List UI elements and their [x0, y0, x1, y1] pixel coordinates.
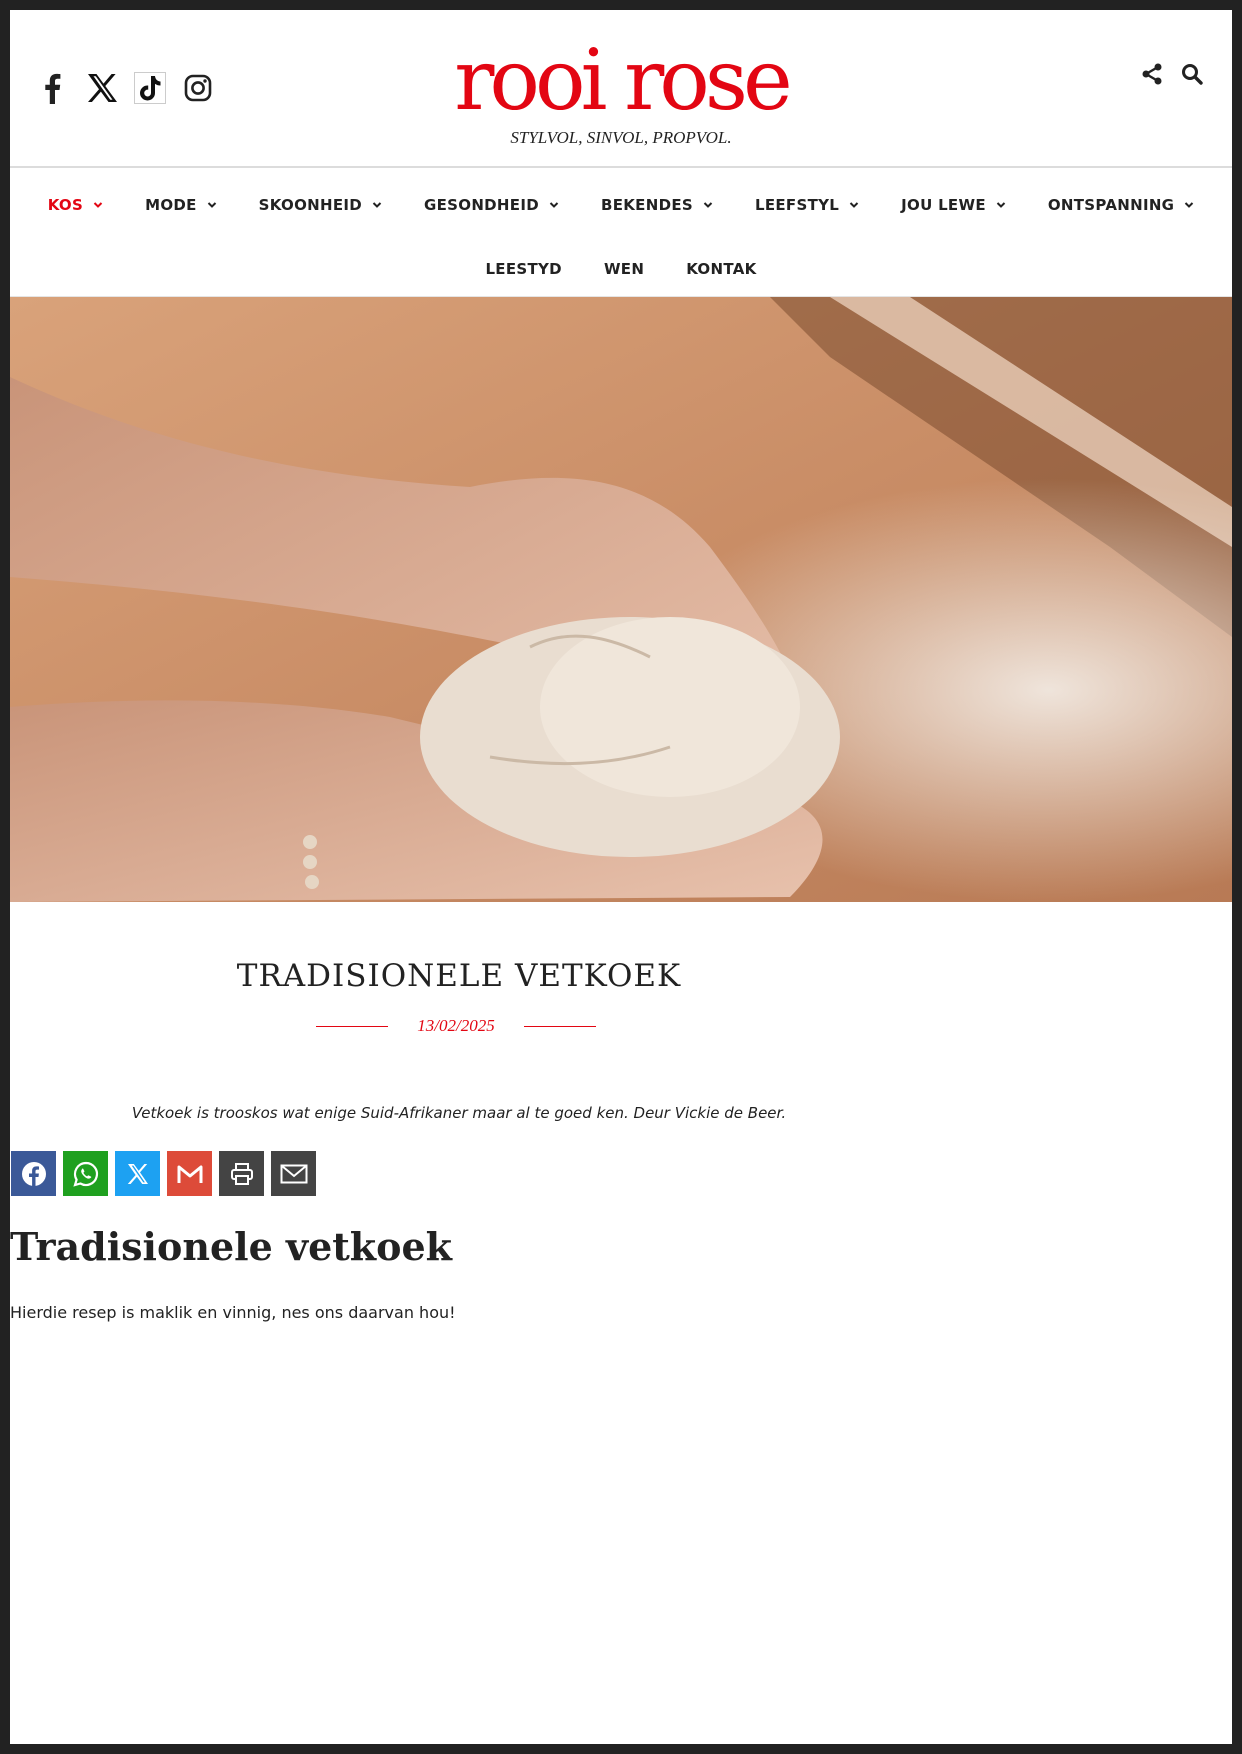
share-icon[interactable]	[1140, 62, 1164, 86]
nav-item-label: MODE	[145, 196, 197, 214]
search-icon[interactable]	[1180, 62, 1204, 86]
divider-line	[316, 1025, 388, 1027]
nav-item-label: LEESTYD	[485, 260, 562, 278]
chevron-down-icon	[849, 200, 859, 210]
email-icon	[280, 1164, 307, 1183]
hero-image	[10, 297, 1232, 902]
nav-item-label: WEN	[603, 260, 645, 278]
header-tools	[1140, 62, 1204, 86]
site-logo[interactable]: rooi rose	[10, 32, 1232, 128]
whatsapp-icon	[72, 1161, 98, 1187]
recipe-paragraph: Hierdie resep is maklik en vinnig, nes o…	[10, 1303, 456, 1322]
nav-row-secondary: LEESTYD WEN KONTAK	[10, 254, 1232, 284]
article-intro: Vetkoek is trooskos wat enige Suid-Afrik…	[131, 1104, 787, 1122]
recipe-heading: Tradisionele vetkoek	[10, 1224, 452, 1269]
nav-row-primary: KOS MODE SKOONHEID GESONDHEID BEKENDES L…	[10, 190, 1232, 220]
nav-item-label: GESONDHEID	[424, 196, 539, 214]
print-icon	[230, 1162, 253, 1185]
share-email-button[interactable]	[271, 1151, 316, 1196]
chevron-down-icon	[207, 200, 217, 210]
share-whatsapp-button[interactable]	[63, 1151, 108, 1196]
article-date: 13/02/2025	[417, 1016, 495, 1035]
facebook-icon	[21, 1161, 46, 1186]
x-icon	[127, 1163, 148, 1184]
chevron-down-icon	[1184, 200, 1194, 210]
nav-item-label: KOS	[47, 196, 84, 214]
chevron-down-icon	[93, 200, 103, 210]
share-gmail-button[interactable]	[167, 1151, 212, 1196]
nav-item-leestyd[interactable]: LEESTYD	[464, 254, 583, 284]
gmail-icon	[177, 1165, 202, 1183]
nav-item-leefstyl[interactable]: LEEFSTYL	[734, 190, 880, 220]
nav-item-jou-lewe[interactable]: JOU LEWE	[880, 190, 1027, 220]
dough-kneading-photo	[10, 297, 1232, 902]
nav-item-mode[interactable]: MODE	[124, 190, 238, 220]
nav-item-label: BEKENDES	[600, 196, 693, 214]
nav-item-label: SKOONHEID	[258, 196, 363, 214]
article-title: TRADISIONELE VETKOEK	[236, 958, 682, 994]
nav-item-label: ONTSPANNING	[1047, 196, 1175, 214]
nav-item-wen[interactable]: WEN	[583, 254, 665, 284]
chevron-down-icon	[372, 200, 382, 210]
nav-item-bekendes[interactable]: BEKENDES	[580, 190, 734, 220]
share-print-button[interactable]	[219, 1151, 264, 1196]
nav-item-label: KONTAK	[686, 260, 757, 278]
page: rooi rose STYLVOL, SINVOL, PROPVOL. KOS …	[10, 10, 1232, 1744]
chevron-down-icon	[703, 200, 713, 210]
nav-item-label: JOU LEWE	[901, 196, 986, 214]
share-buttons	[11, 1151, 316, 1196]
nav-item-skoonheid[interactable]: SKOONHEID	[238, 190, 403, 220]
divider-line	[523, 1025, 596, 1027]
nav-item-kos[interactable]: KOS	[27, 190, 124, 220]
chevron-down-icon	[549, 200, 559, 210]
nav-item-label: LEEFSTYL	[754, 196, 840, 214]
nav-item-ontspanning[interactable]: ONTSPANNING	[1027, 190, 1215, 220]
share-x-button[interactable]	[115, 1151, 160, 1196]
main-nav: KOS MODE SKOONHEID GESONDHEID BEKENDES L…	[10, 168, 1232, 297]
chevron-down-icon	[996, 200, 1006, 210]
nav-item-gesondheid[interactable]: GESONDHEID	[403, 190, 580, 220]
site-tagline: STYLVOL, SINVOL, PROPVOL.	[510, 128, 732, 147]
article-dateline: 13/02/2025	[316, 1016, 596, 1036]
nav-item-kontak[interactable]: KONTAK	[665, 254, 777, 284]
share-facebook-button[interactable]	[11, 1151, 56, 1196]
site-header: rooi rose STYLVOL, SINVOL, PROPVOL.	[10, 10, 1232, 168]
